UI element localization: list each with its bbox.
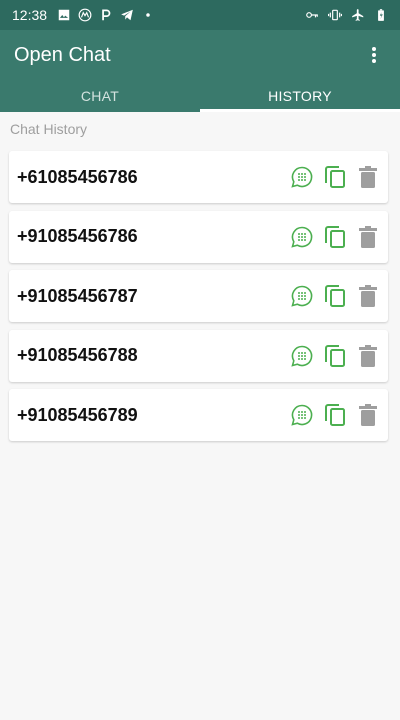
- item-actions: [290, 165, 380, 189]
- copy-icon[interactable]: [323, 225, 347, 249]
- battery-icon: [378, 9, 384, 21]
- history-item[interactable]: +91085456787: [9, 270, 388, 322]
- phone-number: +61085456786: [17, 166, 138, 187]
- history-item[interactable]: +91085456789: [9, 389, 388, 441]
- item-actions: [290, 403, 380, 427]
- vibrate-icon: [328, 9, 342, 21]
- section-label: Chat History: [10, 121, 88, 137]
- delete-icon[interactable]: [356, 284, 380, 308]
- motorola-icon: [78, 8, 92, 22]
- delete-icon[interactable]: [356, 165, 380, 189]
- whatsapp-icon[interactable]: [290, 225, 314, 249]
- history-item[interactable]: +91085456788: [9, 329, 388, 382]
- whatsapp-icon[interactable]: [290, 344, 314, 368]
- tab-chat[interactable]: CHAT: [0, 80, 200, 112]
- airplane-icon: [352, 9, 364, 21]
- copy-icon[interactable]: [323, 403, 347, 427]
- app-bar: Open Chat: [0, 30, 400, 80]
- copy-icon[interactable]: [323, 284, 347, 308]
- delete-icon[interactable]: [356, 344, 380, 368]
- history-item[interactable]: +61085456786: [9, 151, 388, 203]
- copy-icon[interactable]: [323, 344, 347, 368]
- p-icon: [102, 9, 111, 21]
- delete-icon[interactable]: [356, 225, 380, 249]
- history-list: +61085456786 +91085456786 +91085456787 +…: [9, 151, 388, 449]
- item-actions: [290, 344, 380, 368]
- phone-number: +91085456786: [17, 226, 138, 246]
- status-bar: 12:38: [0, 0, 400, 30]
- whatsapp-icon[interactable]: [290, 284, 314, 308]
- item-actions: [290, 225, 380, 249]
- phone-number: +91085456789: [17, 404, 138, 425]
- app-title: Open Chat: [14, 43, 111, 66]
- status-left-icons: [57, 8, 155, 22]
- phone-number: +91085456787: [17, 285, 138, 306]
- more-vert-icon[interactable]: [362, 43, 386, 67]
- history-item[interactable]: +91085456786: [9, 210, 388, 263]
- telegram-icon: [121, 9, 133, 21]
- image-icon: [58, 9, 70, 21]
- dot-icon: [146, 13, 150, 17]
- item-actions: [290, 284, 380, 308]
- status-right-icons: [305, 8, 388, 22]
- phone-number: +91085456788: [17, 345, 138, 365]
- tab-history[interactable]: HISTORY: [200, 80, 400, 112]
- tab-bar: CHAT HISTORY: [0, 80, 400, 112]
- whatsapp-icon[interactable]: [290, 165, 314, 189]
- whatsapp-icon[interactable]: [290, 403, 314, 427]
- vpn-key-icon: [306, 12, 318, 18]
- tab-chat-label: CHAT: [80, 88, 120, 104]
- status-time: 12:38: [12, 7, 48, 23]
- tab-history-label: HISTORY: [268, 88, 332, 104]
- delete-icon[interactable]: [356, 403, 380, 427]
- copy-icon[interactable]: [323, 165, 347, 189]
